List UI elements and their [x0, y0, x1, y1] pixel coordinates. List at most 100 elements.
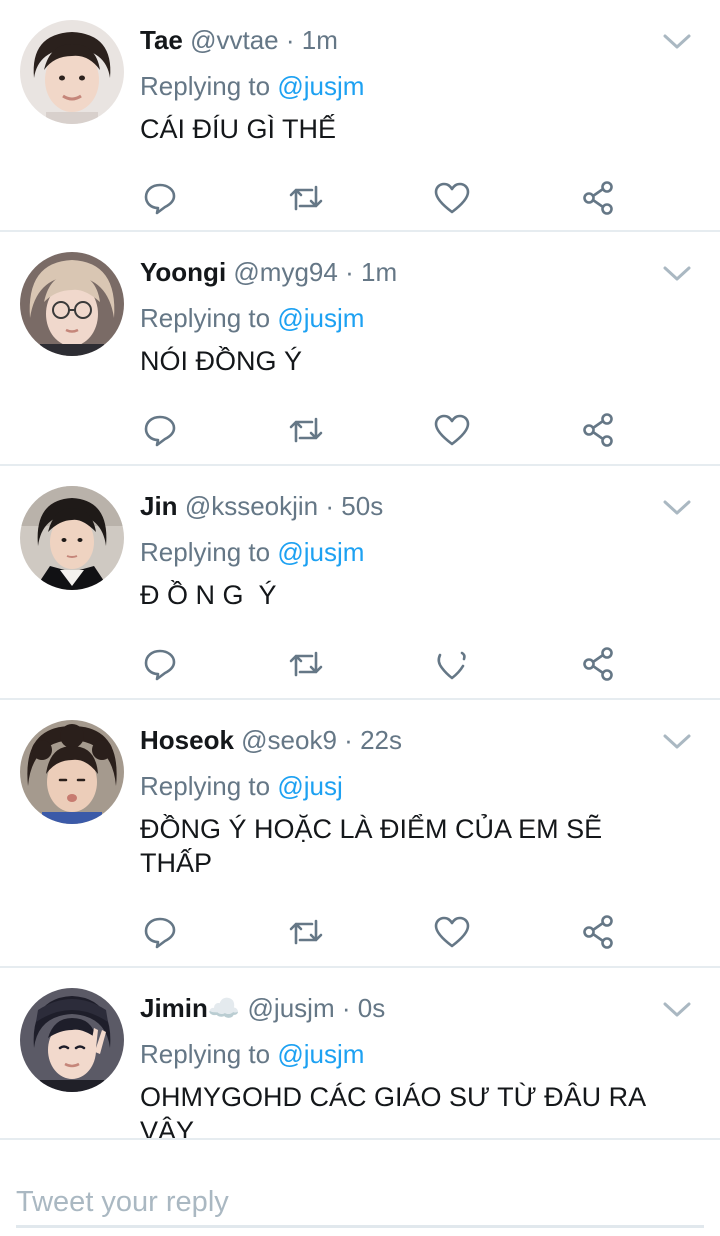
replying-to-line: Replying to @jusj: [140, 768, 664, 804]
reply-thread: Tae @vvtae · 1m Replying to @jusjm CÁI Đ…: [0, 0, 720, 1138]
retweet-button[interactable]: [286, 178, 326, 218]
mention-link[interactable]: @jusjm: [277, 537, 364, 567]
retweet-icon: [289, 417, 323, 443]
mention-link[interactable]: @jusj: [277, 771, 342, 801]
tweet-text: OHMYGOHD CÁC GIÁO SƯ TỪ ĐÂU RA VẬY: [140, 1082, 645, 1138]
mention-link[interactable]: @jusjm: [277, 303, 364, 333]
heart-icon: [434, 414, 470, 446]
tweet-item[interactable]: Jin @ksseokjin · 50s Replying to @jusjm …: [0, 466, 720, 700]
avatar-photo: [20, 252, 124, 356]
replying-to-label: Replying to: [140, 71, 271, 101]
separator-dot: ·: [345, 257, 354, 287]
separator-dot: ·: [325, 491, 335, 521]
tweet-item[interactable]: Hoseok @seok9 · 22s Replying to @jusj ĐỒ…: [0, 700, 720, 968]
like-button[interactable]: [432, 178, 472, 218]
replying-to-label: Replying to: [140, 771, 271, 801]
avatar[interactable]: [20, 486, 124, 590]
user-handle[interactable]: @vvtae: [190, 25, 279, 55]
user-handle[interactable]: @seok9: [241, 725, 337, 755]
display-name[interactable]: Jin: [140, 491, 178, 521]
reply-button[interactable]: [140, 178, 180, 218]
avatar[interactable]: [20, 20, 124, 124]
display-name[interactable]: Yoongi: [140, 257, 226, 287]
display-name[interactable]: Jimin: [140, 993, 208, 1023]
reply-button[interactable]: [140, 644, 180, 684]
tweet-actions: [140, 644, 640, 684]
reply-icon: [144, 649, 176, 681]
cloud-emoji: ☁️: [207, 993, 241, 1023]
mention-link[interactable]: @jusjm: [277, 1039, 364, 1069]
like-button[interactable]: [432, 912, 472, 952]
retweet-button[interactable]: [286, 912, 326, 952]
avatar-photo: [20, 720, 124, 824]
reply-icon: [144, 415, 176, 447]
replying-to-line: Replying to @jusjm: [140, 68, 664, 104]
chevron-down-icon[interactable]: [662, 30, 692, 52]
heart-icon: [434, 916, 470, 948]
user-handle[interactable]: @ksseokjin: [185, 491, 318, 521]
replying-to-line: Replying to @jusjm: [140, 1036, 664, 1072]
timestamp[interactable]: 50s: [341, 491, 383, 521]
reply-icon: [144, 183, 176, 215]
replying-to-line: Replying to @jusjm: [140, 300, 664, 336]
separator-dot: ·: [285, 25, 295, 55]
tweet-header: Tae @vvtae · 1m: [140, 22, 664, 58]
share-button[interactable]: [578, 644, 618, 684]
replying-to-label: Replying to: [140, 1039, 271, 1069]
reply-composer: [0, 1138, 720, 1236]
display-name[interactable]: Hoseok: [140, 725, 234, 755]
timestamp[interactable]: 0s: [358, 993, 385, 1023]
chevron-down-icon[interactable]: [662, 496, 692, 518]
chevron-down-icon[interactable]: [662, 262, 692, 284]
tweet-item[interactable]: Yoongi @myg94 · 1m Replying to @jusjm NÓ…: [0, 232, 720, 466]
replying-to-line: Replying to @jusjm: [140, 534, 664, 570]
tweet-actions: [140, 410, 640, 450]
share-icon: [583, 647, 613, 681]
replying-to-label: Replying to: [140, 537, 271, 567]
share-icon: [583, 181, 613, 215]
chevron-down-icon[interactable]: [662, 998, 692, 1020]
tweet-actions: [140, 912, 640, 952]
tweet-item[interactable]: Tae @vvtae · 1m Replying to @jusjm CÁI Đ…: [0, 0, 720, 232]
retweet-icon: [289, 185, 323, 211]
retweet-button[interactable]: [286, 410, 326, 450]
chevron-down-icon[interactable]: [662, 730, 692, 752]
tweet-actions: [140, 178, 640, 218]
share-icon: [583, 413, 613, 447]
avatar[interactable]: [20, 720, 124, 824]
display-name[interactable]: Tae: [140, 25, 183, 55]
heart-icon: [437, 651, 466, 680]
like-button[interactable]: [432, 410, 472, 450]
user-handle[interactable]: @myg94: [233, 257, 337, 287]
timestamp[interactable]: 1m: [302, 25, 338, 55]
tweet-item[interactable]: Jimin☁️ @jusjm · 0s Replying to @jusjm O…: [0, 968, 720, 1138]
avatar-photo: [20, 486, 124, 590]
like-button[interactable]: [432, 644, 472, 684]
tweet-text: CÁI ĐÍU GÌ THẾ: [140, 114, 337, 144]
tweet-text: NÓI ĐỒNG Ý: [140, 346, 303, 376]
avatar-photo: [20, 988, 124, 1092]
retweet-icon: [289, 919, 323, 945]
share-button[interactable]: [578, 178, 618, 218]
tweet-header: Jin @ksseokjin · 50s: [140, 488, 664, 524]
avatar[interactable]: [20, 252, 124, 356]
retweet-icon: [289, 651, 323, 677]
tweet-text: ĐỒNG Ý HOẶC LÀ ĐIỂM CỦA EM SẼ THẤP: [140, 814, 603, 878]
avatar[interactable]: [20, 988, 124, 1092]
retweet-button[interactable]: [286, 644, 326, 684]
share-button[interactable]: [578, 912, 618, 952]
separator-dot: ·: [344, 725, 353, 755]
share-button[interactable]: [578, 410, 618, 450]
reply-button[interactable]: [140, 410, 180, 450]
tweet-header: Hoseok @seok9 · 22s: [140, 722, 664, 758]
separator-dot: ·: [341, 993, 351, 1023]
tweet-reply-input[interactable]: [16, 1180, 704, 1228]
avatar-photo: [20, 20, 124, 124]
tweet-text: Đ Ồ N G Ý: [140, 580, 277, 610]
reply-button[interactable]: [140, 912, 180, 952]
timestamp[interactable]: 22s: [360, 725, 402, 755]
timestamp[interactable]: 1m: [361, 257, 397, 287]
user-handle[interactable]: @jusjm: [248, 993, 335, 1023]
tweet-header: Jimin☁️ @jusjm · 0s: [140, 990, 664, 1026]
mention-link[interactable]: @jusjm: [277, 71, 364, 101]
